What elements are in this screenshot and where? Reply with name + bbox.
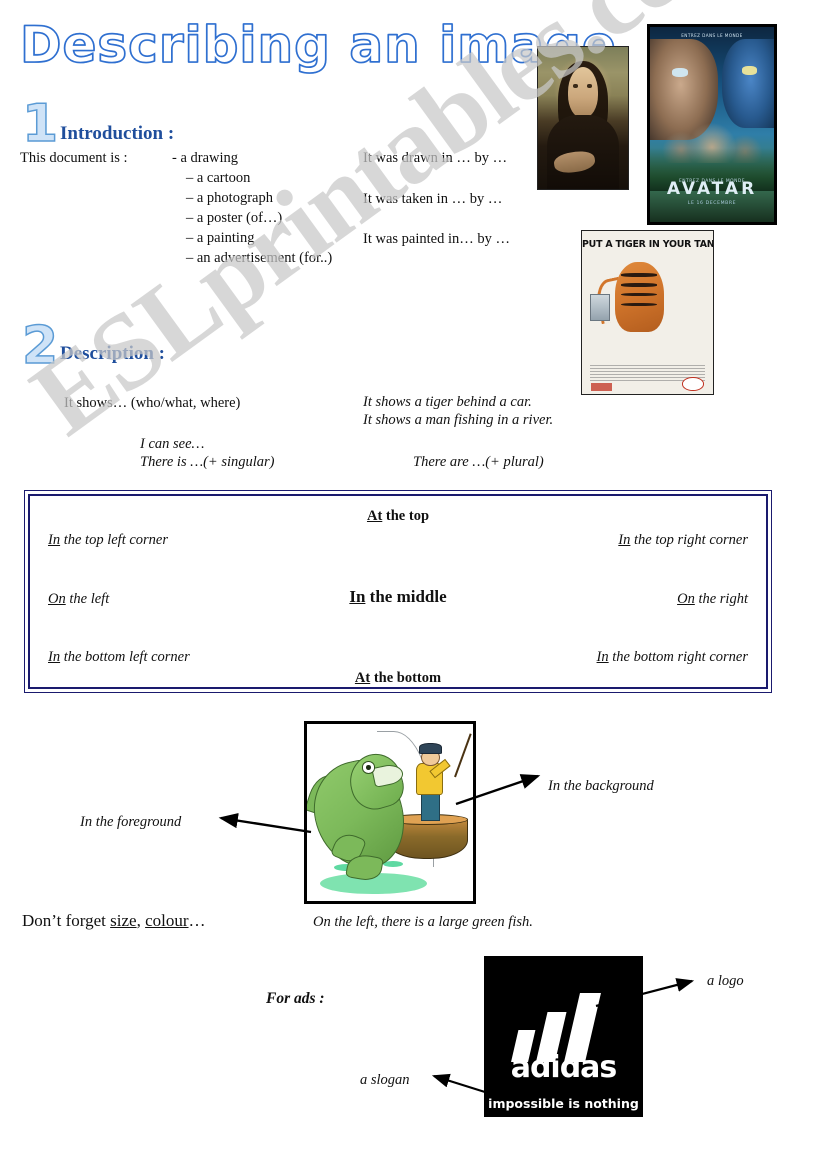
avatar-poster-image: ENTREZ DANS LE MONDE ENTREZ DANS LE MOND… <box>647 24 777 225</box>
example-sentence-0: It shows a tiger behind a car. <box>363 394 532 410</box>
tiger-figure <box>615 262 664 333</box>
foreground-label: In the foreground <box>80 814 182 830</box>
slogan-label: a slogan <box>360 1072 410 1088</box>
position-left-underline: On <box>48 591 66 607</box>
position-right-rest: the right <box>694 591 748 607</box>
document-type-5: – an advertisement (for..) <box>186 250 333 266</box>
position-at-the-top-underline: At <box>366 508 383 524</box>
mona-lisa-image <box>537 46 629 190</box>
fish-eye <box>361 761 376 774</box>
dont-forget-prefix: Don’t forget <box>22 911 111 930</box>
document-type-3: – a poster (of…) <box>186 210 283 226</box>
worksheet-page: ESLprintables.com Describing an image EN… <box>0 0 821 1169</box>
fishing-artwork <box>307 724 473 901</box>
fisherman-hat <box>418 743 443 755</box>
position-top-right-rest: the top right corner <box>630 532 748 548</box>
foreground-arrow <box>218 812 312 834</box>
position-at-the-bottom-underline: At <box>354 670 371 686</box>
avatar-title: AVATAR <box>666 178 758 199</box>
position-vocabulary-box: At the top In the top left corner In the… <box>24 490 772 693</box>
there-are-phrase: There are …(+ plural) <box>413 454 544 470</box>
fishing-caption: On the left, there is a large green fish… <box>313 914 533 930</box>
position-top-left-rest: the top left corner <box>60 532 169 548</box>
position-middle-rest: the middle <box>365 587 447 606</box>
passive-form-1: It was taken in … by … <box>363 191 503 207</box>
position-bottom-left-corner: In the bottom left corner <box>48 649 190 666</box>
section-1-heading: Introduction : <box>60 123 175 144</box>
position-in-the-middle: In the middle <box>349 587 446 607</box>
position-at-the-bottom: At the bottom <box>355 670 441 687</box>
section-2-number: 2 <box>21 316 59 376</box>
position-top-right-corner: In the top right corner <box>618 532 748 549</box>
there-is-phrase: There is …(+ singular) <box>140 454 275 470</box>
mona-face <box>567 66 599 118</box>
background-label: In the background <box>548 778 654 794</box>
document-type-0: - a drawing <box>172 150 239 166</box>
document-is-lead: This document is : <box>20 150 128 166</box>
position-top-left-corner: In the top left corner <box>48 532 168 549</box>
section-1-number: 1 <box>21 94 59 154</box>
position-at-the-bottom-rest: the bottom <box>370 670 442 686</box>
position-middle-underline: In <box>349 587 366 606</box>
position-bottom-right-underline: In <box>596 649 609 665</box>
position-bottom-right-rest: the bottom right corner <box>608 649 748 665</box>
position-bottom-left-rest: the bottom left corner <box>60 649 190 665</box>
example-sentence-1: It shows a man fishing in a river. <box>363 412 554 428</box>
passive-form-2: It was painted in… by … <box>363 231 510 247</box>
dont-forget-colour: colour <box>145 911 189 930</box>
avatar-navi-eye <box>741 66 757 75</box>
slogan-arrow <box>431 1073 505 1100</box>
for-ads-label: For ads : <box>266 990 325 1007</box>
position-at-the-top: At the top <box>367 508 429 525</box>
logo-arrow <box>595 978 695 1008</box>
background-arrow <box>455 774 541 806</box>
esso-artwork: PUT A TIGER IN YOUR TANK! <box>582 231 713 394</box>
tiger-stripe <box>621 283 658 287</box>
document-type-2: – a photograph <box>186 190 273 206</box>
position-on-the-left: On the left <box>48 591 109 608</box>
avatar-tagline: ENTREZ DANS LE MONDE <box>681 32 743 38</box>
avatar-navi-face <box>721 38 774 129</box>
document-type-1: – a cartoon <box>186 170 251 186</box>
tiger-stripe <box>621 273 658 277</box>
section-2-heading: Description : <box>60 343 166 364</box>
avatar-release-date: LE 16 DECEMBRE <box>687 201 737 207</box>
mona-eye-right <box>586 83 592 89</box>
page-title: Describing an image <box>19 15 617 75</box>
logo-label: a logo <box>707 973 744 989</box>
document-type-4: – a painting <box>186 230 255 246</box>
tiger-stripe <box>621 302 658 307</box>
position-right-underline: On <box>677 591 695 607</box>
position-top-right-underline: In <box>618 532 631 548</box>
position-on-the-right: On the right <box>677 591 748 608</box>
it-shows-prompt: It shows… (who/what, where) <box>64 395 241 411</box>
dont-forget-separator: , <box>136 911 146 930</box>
position-bottom-left-underline: In <box>48 649 61 665</box>
esso-headline: PUT A TIGER IN YOUR TANK! <box>582 239 714 251</box>
tiger-stripe <box>621 292 658 297</box>
esso-scene <box>589 260 705 355</box>
avatar-human-eye <box>672 67 689 77</box>
position-at-the-top-rest: the top <box>382 508 430 524</box>
esso-wordmark <box>591 382 613 391</box>
i-can-see-phrase: I can see… <box>140 436 205 452</box>
dont-forget-size: size <box>110 911 137 930</box>
car-figure <box>599 328 696 353</box>
position-top-left-underline: In <box>48 532 61 548</box>
passive-form-0: It was drawn in … by … <box>363 150 508 166</box>
avatar-artwork: ENTREZ DANS LE MONDE ENTREZ DANS LE MOND… <box>650 27 774 222</box>
mona-lisa-artwork <box>538 47 628 189</box>
position-bottom-right-corner: In the bottom right corner <box>597 649 748 666</box>
position-box-inner-border: At the top In the top left corner In the… <box>28 494 768 689</box>
dont-forget-note: Don’t forget size, colour… <box>22 911 206 931</box>
dont-forget-suffix: … <box>188 911 206 930</box>
esso-logo <box>682 377 704 391</box>
esso-tiger-poster-image: PUT A TIGER IN YOUR TANK! <box>581 230 714 395</box>
petrol-pump <box>589 294 611 321</box>
position-left-rest: the left <box>65 591 110 607</box>
fishing-picture-image <box>304 721 476 904</box>
